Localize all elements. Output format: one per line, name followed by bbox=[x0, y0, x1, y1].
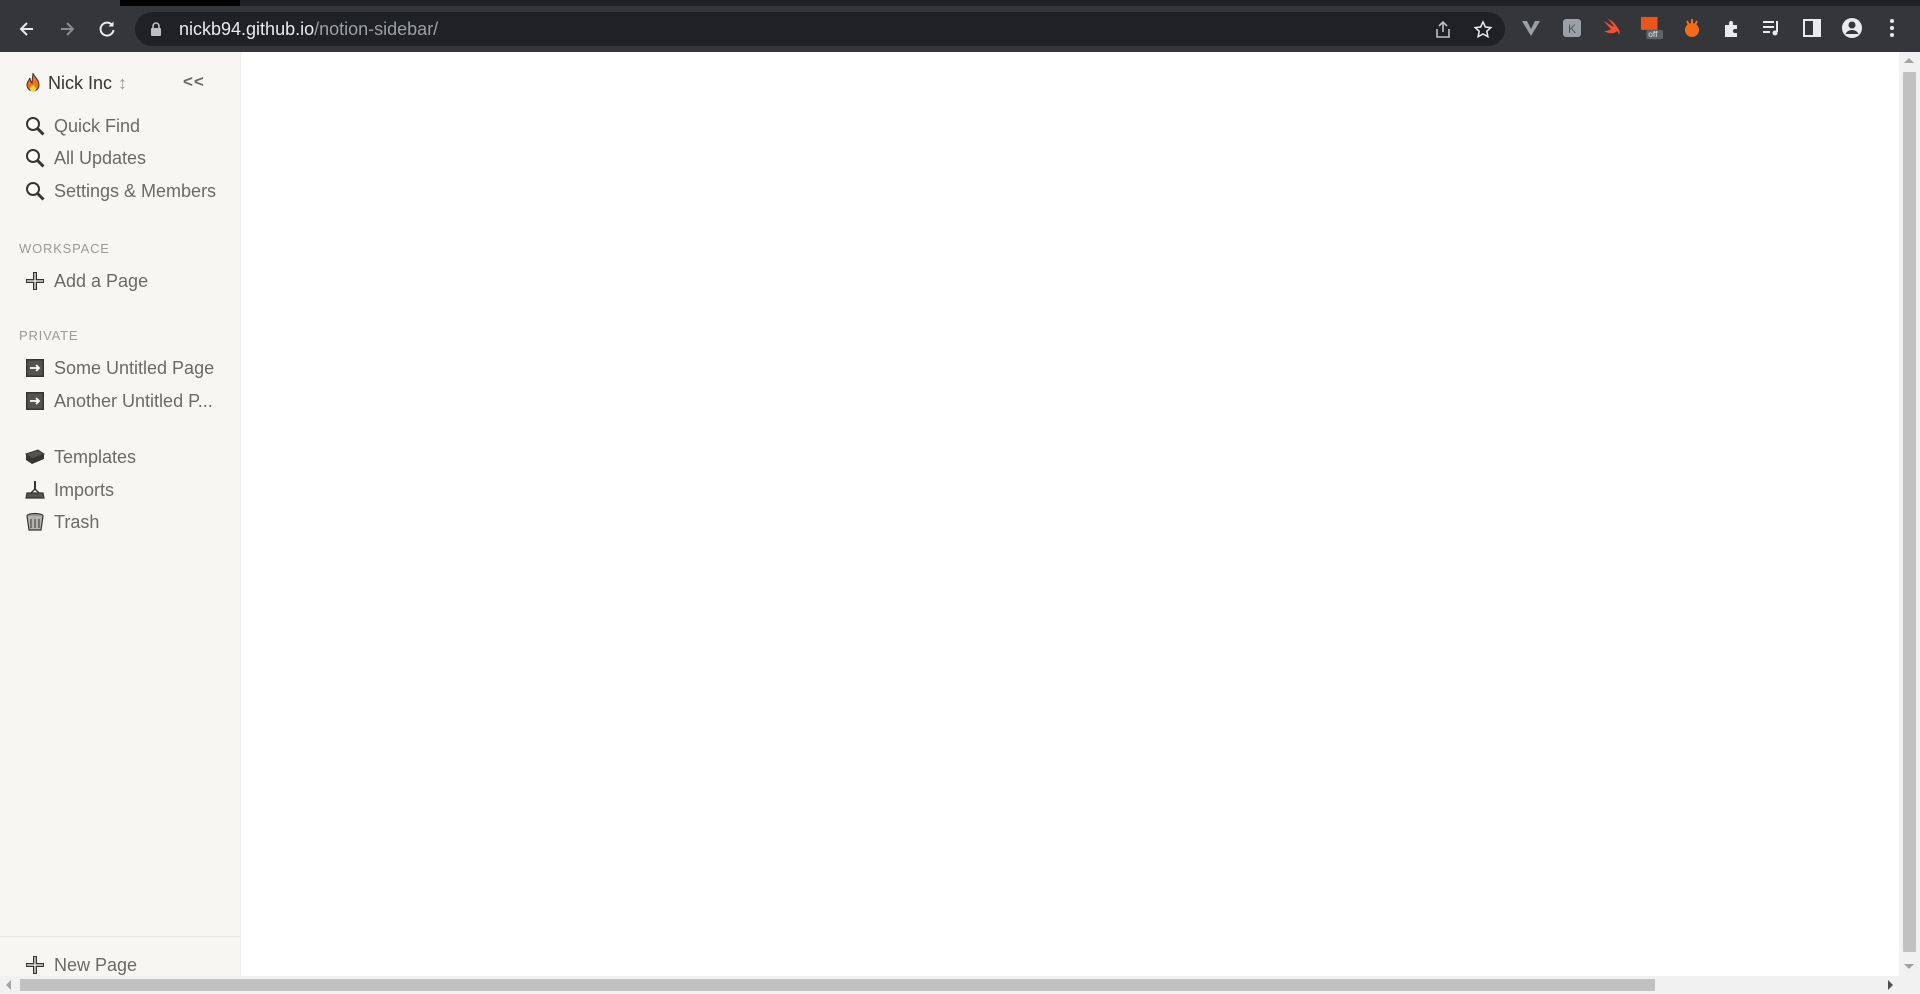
side-panel-button[interactable] bbox=[1800, 16, 1824, 40]
kebab-menu-icon bbox=[1890, 19, 1894, 37]
vuejs-devtools-icon bbox=[1522, 21, 1540, 36]
back-arrow-icon bbox=[19, 22, 33, 36]
svg-text:K: K bbox=[1568, 22, 1576, 36]
scroll-right-arrow-icon[interactable] bbox=[1888, 980, 1893, 990]
url-host: nickb94.github.io bbox=[179, 18, 315, 39]
reload-icon bbox=[99, 21, 115, 37]
sidebar-item-label: Trash bbox=[54, 511, 100, 532]
extension-v[interactable] bbox=[1519, 16, 1543, 40]
search-icon bbox=[26, 182, 45, 201]
new-page-bar: New Page bbox=[0, 936, 240, 976]
main-content-area bbox=[241, 52, 1899, 976]
orange-burst-icon bbox=[1685, 19, 1699, 37]
share-icon[interactable] bbox=[1433, 20, 1453, 40]
section-label-workspace: WORKSPACE bbox=[19, 241, 110, 256]
sidebar-item-label: All Updates bbox=[54, 147, 147, 168]
workspace-name: Nick Inc bbox=[48, 72, 113, 93]
sidebar-item-quick-find[interactable]: Quick Find bbox=[24, 113, 224, 139]
playlist-music-icon bbox=[1763, 21, 1778, 36]
url-path: /notion-sidebar/ bbox=[314, 18, 439, 39]
vertical-scroll-thumb[interactable] bbox=[1903, 72, 1916, 952]
sidebar-item-label: Quick Find bbox=[54, 115, 141, 136]
templates-icon bbox=[24, 449, 46, 464]
reload-button[interactable] bbox=[93, 15, 121, 43]
extension-off[interactable]: off bbox=[1640, 16, 1664, 40]
address-bar[interactable]: nickb94.github.io/notion-sidebar/ bbox=[135, 12, 1505, 46]
sidebar-item-label: Templates bbox=[54, 446, 137, 467]
imports-icon bbox=[25, 481, 45, 499]
plus-icon bbox=[26, 272, 44, 290]
vertical-scrollbar[interactable] bbox=[1899, 52, 1920, 976]
collapse-sidebar-button[interactable]: << bbox=[183, 72, 205, 92]
extension-orange[interactable] bbox=[1680, 16, 1704, 40]
sidebar-item-trash[interactable]: Trash bbox=[24, 509, 224, 535]
sidebar-item-settings-members[interactable]: Settings & Members bbox=[24, 178, 224, 204]
media-controls-button[interactable] bbox=[1760, 16, 1784, 40]
extension-swift[interactable] bbox=[1600, 16, 1624, 40]
page-icon bbox=[26, 359, 44, 377]
sidebar-item-label: Settings & Members bbox=[54, 180, 217, 201]
sidebar-item-page[interactable]: Some Untitled Page bbox=[24, 355, 224, 381]
page-icon bbox=[26, 392, 44, 410]
new-page-label: New Page bbox=[54, 954, 138, 975]
url-text: nickb94.github.io/notion-sidebar/ bbox=[179, 19, 438, 40]
new-page-button[interactable]: New Page bbox=[24, 952, 224, 976]
sidebar-item-add-page[interactable]: Add a Page bbox=[24, 268, 224, 294]
plus-icon bbox=[26, 956, 44, 974]
profile-button[interactable] bbox=[1840, 16, 1864, 40]
extension-k[interactable]: K bbox=[1560, 16, 1584, 40]
fire-icon bbox=[26, 72, 40, 92]
sidebar-item-label: Some Untitled Page bbox=[54, 357, 215, 378]
back-button[interactable] bbox=[13, 15, 41, 43]
forward-button[interactable] bbox=[53, 15, 81, 43]
browser-toolbar: nickb94.github.io/notion-sidebar/ K off bbox=[0, 6, 1920, 52]
browser-menu-button[interactable] bbox=[1880, 16, 1904, 40]
forward-arrow-icon bbox=[61, 22, 75, 36]
extensions-button[interactable] bbox=[1720, 16, 1744, 40]
horizontal-scroll-thumb[interactable] bbox=[20, 979, 1655, 991]
scroll-down-arrow-icon[interactable] bbox=[1904, 964, 1914, 969]
sidebar-item-label: Add a Page bbox=[54, 270, 149, 291]
sidebar-item-all-updates[interactable]: All Updates bbox=[24, 145, 224, 171]
sidebar-item-templates[interactable]: Templates bbox=[24, 444, 224, 470]
lock-icon bbox=[151, 22, 161, 36]
side-panel-icon bbox=[1803, 19, 1821, 37]
off-badge-extension-icon: off bbox=[1640, 16, 1664, 39]
sidebar-item-page[interactable]: Another Untitled P... bbox=[24, 388, 224, 414]
notion-sidebar: Nick Inc ↕ << Quick Find All Updates Set… bbox=[0, 52, 241, 976]
workspace-switcher[interactable]: Nick Inc ↕ bbox=[24, 70, 127, 96]
horizontal-scrollbar[interactable] bbox=[0, 976, 1920, 994]
sidebar-item-label: Imports bbox=[54, 479, 115, 500]
swift-icon bbox=[1604, 19, 1620, 35]
scroll-up-arrow-icon[interactable] bbox=[1904, 58, 1914, 63]
trash-icon bbox=[26, 512, 44, 531]
scroll-left-arrow-icon[interactable] bbox=[6, 980, 11, 990]
profile-avatar-icon bbox=[1842, 18, 1862, 38]
search-icon bbox=[26, 117, 45, 136]
k-extension-icon: K bbox=[1563, 19, 1581, 37]
bookmark-star-icon[interactable] bbox=[1473, 20, 1493, 40]
search-icon bbox=[26, 149, 45, 168]
puzzle-piece-icon bbox=[1725, 21, 1737, 37]
sidebar-item-label: Another Untitled P... bbox=[54, 390, 213, 411]
workspace-switch-icon: ↕ bbox=[118, 72, 128, 93]
sidebar-item-imports[interactable]: Imports bbox=[24, 477, 224, 503]
svg-text:off: off bbox=[1648, 29, 1658, 39]
section-label-private: PRIVATE bbox=[19, 328, 79, 343]
